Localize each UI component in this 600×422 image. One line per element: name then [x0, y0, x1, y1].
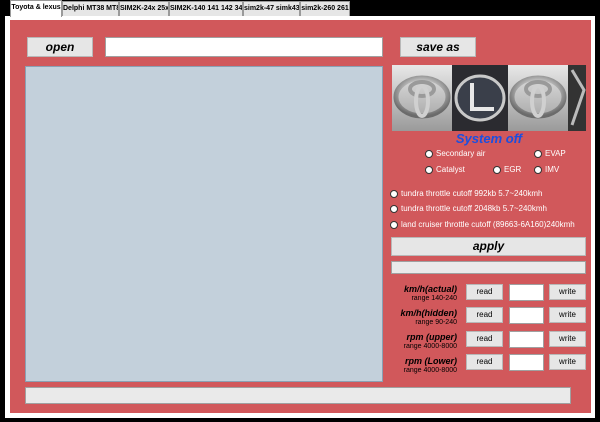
throttle-option-1-radio[interactable]	[390, 190, 398, 198]
read-rpm-lower-button[interactable]: read	[466, 354, 503, 370]
param-km-actual-label: km/h(actual) range 140-240	[403, 284, 457, 302]
open-button[interactable]: open	[27, 37, 93, 57]
progress-field	[391, 261, 586, 274]
write-rpm-lower-button[interactable]: write	[549, 354, 586, 370]
rpm-lower-input[interactable]	[509, 354, 544, 371]
tab-sim2k-24x[interactable]: SIM2K-24x 25x	[119, 1, 169, 16]
write-rpm-upper-button[interactable]: write	[549, 331, 586, 347]
param-km-hidden-label: km/h(hidden) range 90-240	[400, 308, 458, 326]
write-km-actual-button[interactable]: write	[549, 284, 586, 300]
evap-label: EVAP	[545, 149, 566, 158]
throttle-option-2-radio[interactable]	[390, 205, 398, 213]
main-panel: open save as System off Secondary air EV…	[10, 20, 591, 413]
tab-sim2k-47[interactable]: sim2k-47 simk43	[243, 1, 300, 16]
egr-label: EGR	[504, 165, 522, 174]
throttle-option-3-radio[interactable]	[390, 221, 398, 229]
param-rpm-upper-label: rpm (upper) range 4000-8000	[403, 332, 457, 350]
throttle-option-2-label: tundra throttle cutoff 2048kb 5.7~240kmh	[401, 204, 547, 213]
secondary-air-radio[interactable]	[425, 150, 433, 158]
imv-label: IMV	[545, 165, 560, 174]
km-hidden-input[interactable]	[509, 307, 544, 324]
km-actual-input[interactable]	[509, 284, 544, 301]
save-as-button[interactable]: save as	[400, 37, 476, 57]
throttle-option-3-label: land cruiser throttle cutoff (89663-6A16…	[401, 220, 575, 229]
throttle-option-1-label: tundra throttle cutoff 992kb 5.7~240kmh	[401, 189, 543, 198]
egr-radio[interactable]	[493, 166, 501, 174]
read-rpm-upper-button[interactable]: read	[466, 331, 503, 347]
rpm-upper-input[interactable]	[509, 331, 544, 348]
tab-delphi[interactable]: Delphi MT38 MT86	[62, 1, 119, 16]
file-path-field[interactable]	[105, 37, 383, 57]
output-text-area[interactable]	[25, 66, 383, 382]
tab-toyota-lexus[interactable]: Toyota & lexus	[10, 0, 62, 17]
read-km-hidden-button[interactable]: read	[466, 307, 503, 323]
secondary-air-label: Secondary air	[436, 149, 486, 158]
catalyst-label: Catalyst	[436, 165, 465, 174]
status-bar	[25, 387, 571, 404]
brand-logo-banner	[392, 65, 586, 131]
imv-radio[interactable]	[534, 166, 542, 174]
toyota-lexus-logos	[392, 65, 586, 131]
tab-sim2k-260[interactable]: sim2k-260 261	[300, 1, 350, 16]
param-rpm-lower-label: rpm (Lower) range 4000-8000	[403, 356, 457, 374]
tab-sim2k-140[interactable]: SIM2K-140 141 142 341	[169, 1, 243, 16]
read-km-actual-button[interactable]: read	[466, 284, 503, 300]
apply-button[interactable]: apply	[391, 237, 586, 256]
write-km-hidden-button[interactable]: write	[549, 307, 586, 323]
system-status-text: System off	[455, 131, 523, 146]
evap-radio[interactable]	[534, 150, 542, 158]
tab-bar: Toyota & lexus Delphi MT38 MT86 SIM2K-24…	[0, 0, 600, 17]
catalyst-radio[interactable]	[425, 166, 433, 174]
